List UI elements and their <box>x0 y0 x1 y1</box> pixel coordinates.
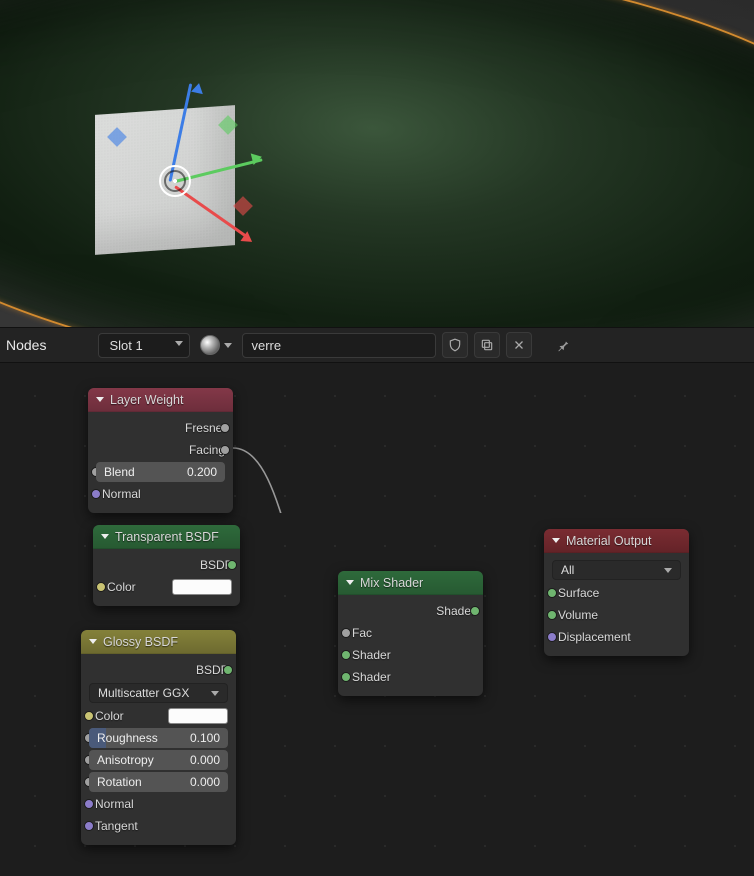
close-icon <box>513 339 525 351</box>
node-header[interactable]: Layer Weight <box>88 388 233 412</box>
blend-label: Blend <box>104 465 135 479</box>
slot-dropdown-label: Slot 1 <box>109 338 142 353</box>
input-shader-2: Shader <box>352 670 391 684</box>
blend-slider[interactable]: Blend 0.200 <box>96 462 225 482</box>
distribution-label: Multiscatter GGX <box>98 686 189 700</box>
socket-in-surface[interactable] <box>547 588 557 598</box>
node-header[interactable]: Material Output <box>544 529 689 553</box>
node-transparent-bsdf[interactable]: Transparent BSDF BSDF Color <box>93 525 240 606</box>
input-normal: Normal <box>102 487 141 501</box>
pin-icon <box>556 338 570 352</box>
node-editor-toolbar: Nodes Slot 1 <box>0 327 754 363</box>
socket-in-shader-1[interactable] <box>341 650 351 660</box>
node-layer-weight[interactable]: Layer Weight Fresnel Facing Blend 0.200 … <box>88 388 233 513</box>
node-title: Material Output <box>566 534 651 548</box>
color-swatch[interactable] <box>172 579 232 595</box>
rotation-label: Rotation <box>97 775 142 789</box>
collapse-icon[interactable] <box>96 397 104 402</box>
copy-icon <box>480 338 494 352</box>
material-preview-button[interactable] <box>196 333 236 357</box>
chevron-down-icon <box>224 343 232 348</box>
blend-value: 0.200 <box>187 465 217 479</box>
input-volume: Volume <box>558 608 598 622</box>
unlink-material-button[interactable] <box>506 332 532 358</box>
anisotropy-slider[interactable]: Anisotropy 0.000 <box>89 750 228 770</box>
node-title: Layer Weight <box>110 393 183 407</box>
socket-in-normal[interactable] <box>91 489 101 499</box>
color-swatch[interactable] <box>168 708 228 724</box>
input-color: Color <box>95 709 160 723</box>
roughness-label: Roughness <box>97 731 158 745</box>
gizmo-center[interactable] <box>159 165 191 197</box>
rotation-value: 0.000 <box>190 775 220 789</box>
pin-button[interactable] <box>550 332 576 358</box>
node-header[interactable]: Transparent BSDF <box>93 525 240 549</box>
input-shader-1: Shader <box>352 648 391 662</box>
input-normal: Normal <box>95 797 134 811</box>
input-color: Color <box>107 580 164 594</box>
socket-in-normal[interactable] <box>84 799 94 809</box>
target-label: All <box>561 563 574 577</box>
node-editor-area[interactable]: Layer Weight Fresnel Facing Blend 0.200 … <box>0 363 754 876</box>
input-surface: Surface <box>558 586 599 600</box>
output-fresnel: Fresnel <box>185 421 225 435</box>
rotation-slider[interactable]: Rotation 0.000 <box>89 772 228 792</box>
material-sphere-icon <box>200 335 220 355</box>
socket-in-fac[interactable] <box>341 628 351 638</box>
socket-in-tangent[interactable] <box>84 821 94 831</box>
node-header[interactable]: Glossy BSDF <box>81 630 236 654</box>
socket-in-color[interactable] <box>84 711 94 721</box>
input-tangent: Tangent <box>95 819 138 833</box>
fake-user-button[interactable] <box>442 332 468 358</box>
collapse-icon[interactable] <box>89 639 97 644</box>
chevron-down-icon <box>664 568 672 573</box>
anisotropy-label: Anisotropy <box>97 753 154 767</box>
node-title: Transparent BSDF <box>115 530 219 544</box>
socket-out-facing[interactable] <box>220 445 230 455</box>
collapse-icon[interactable] <box>346 580 354 585</box>
roughness-slider[interactable]: Roughness 0.100 <box>89 728 228 748</box>
roughness-value: 0.100 <box>190 731 220 745</box>
chevron-down-icon <box>175 341 183 346</box>
anisotropy-value: 0.000 <box>190 753 220 767</box>
collapse-icon[interactable] <box>552 538 560 543</box>
viewport-3d[interactable] <box>0 0 754 327</box>
editor-type-label: Nodes <box>6 337 46 353</box>
input-fac: Fac <box>352 626 372 640</box>
shield-icon <box>448 338 462 352</box>
node-mix-shader[interactable]: Mix Shader Shader Fac Shader Shader <box>338 571 483 696</box>
socket-in-displacement[interactable] <box>547 632 557 642</box>
gizmo-arrow-z <box>191 82 205 94</box>
node-title: Mix Shader <box>360 576 423 590</box>
socket-in-color[interactable] <box>96 582 106 592</box>
node-glossy-bsdf[interactable]: Glossy BSDF BSDF Multiscatter GGX Color … <box>81 630 236 845</box>
distribution-dropdown[interactable]: Multiscatter GGX <box>89 683 228 703</box>
socket-in-volume[interactable] <box>547 610 557 620</box>
slot-dropdown[interactable]: Slot 1 <box>98 333 190 358</box>
target-dropdown[interactable]: All <box>552 560 681 580</box>
chevron-down-icon <box>211 691 219 696</box>
socket-out-bsdf[interactable] <box>227 560 237 570</box>
node-header[interactable]: Mix Shader <box>338 571 483 595</box>
duplicate-material-button[interactable] <box>474 332 500 358</box>
socket-in-shader-2[interactable] <box>341 672 351 682</box>
input-displacement: Displacement <box>558 630 631 644</box>
material-name-field[interactable] <box>242 333 436 358</box>
socket-out-shader[interactable] <box>470 606 480 616</box>
node-title: Glossy BSDF <box>103 635 178 649</box>
socket-out-fresnel[interactable] <box>220 423 230 433</box>
node-material-output[interactable]: Material Output All Surface Volume Displ… <box>544 529 689 656</box>
socket-out-bsdf[interactable] <box>223 665 233 675</box>
collapse-icon[interactable] <box>101 534 109 539</box>
